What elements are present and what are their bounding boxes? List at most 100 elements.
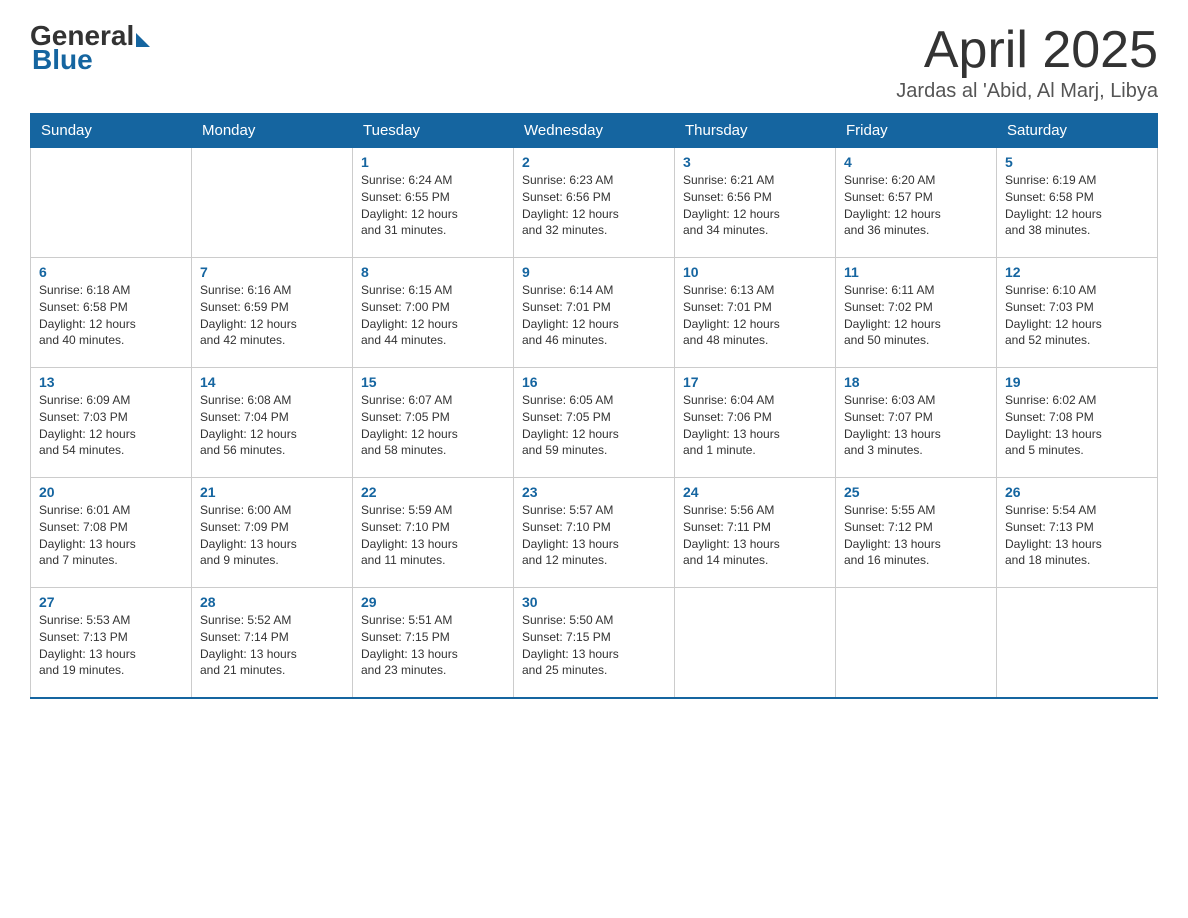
day-info: Sunrise: 6:00 AM Sunset: 7:09 PM Dayligh… [200, 502, 344, 569]
table-row: 26 Sunrise: 5:54 AM Sunset: 7:13 PM Dayli… [997, 478, 1158, 588]
table-row: 1Sunrise: 6:24 AM Sunset: 6:55 PM Daylig… [353, 148, 514, 258]
table-row: 8Sunrise: 6:15 AM Sunset: 7:00 PM Daylig… [353, 258, 514, 368]
table-row: 7 Sunrise: 6:16 AM Sunset: 6:59 PM Daylig… [192, 258, 353, 368]
calendar-week-row: 6 Sunrise: 6:18 AM Sunset: 6:58 PM Daylig… [31, 258, 1158, 368]
day-number: 20 [39, 484, 183, 500]
day-info: Sunrise: 5:54 AM Sunset: 7:13 PM Dayligh… [1005, 502, 1149, 569]
day-info: Sunrise: 5:53 AM Sunset: 7:13 PM Dayligh… [39, 612, 183, 679]
table-row: 6 Sunrise: 6:18 AM Sunset: 6:58 PM Daylig… [31, 258, 192, 368]
col-wednesday: Wednesday [514, 114, 675, 148]
day-info: Sunrise: 6:14 AM Sunset: 7:01 PM Dayligh… [522, 282, 666, 349]
day-number: 11 [844, 264, 988, 280]
table-row: 5 Sunrise: 6:19 AM Sunset: 6:58 PM Daylig… [997, 148, 1158, 258]
day-info: Sunrise: 6:18 AM Sunset: 6:58 PM Dayligh… [39, 282, 183, 349]
day-number: 22 [361, 484, 505, 500]
table-row: 15 Sunrise: 6:07 AM Sunset: 7:05 PM Dayli… [353, 368, 514, 478]
table-row: 16 Sunrise: 6:05 AM Sunset: 7:05 PM Dayli… [514, 368, 675, 478]
day-info: Sunrise: 6:13 AM Sunset: 7:01 PM Dayligh… [683, 282, 827, 349]
day-info: Sunrise: 6:21 AM Sunset: 6:56 PM Dayligh… [683, 172, 827, 239]
table-row: 3 Sunrise: 6:21 AM Sunset: 6:56 PM Daylig… [675, 148, 836, 258]
day-number: 17 [683, 374, 827, 390]
table-row: 29 Sunrise: 5:51 AM Sunset: 7:15 PM Dayli… [353, 588, 514, 698]
table-row [836, 588, 997, 698]
day-number: 15 [361, 374, 505, 390]
day-number: 27 [39, 594, 183, 610]
table-row: 20 Sunrise: 6:01 AM Sunset: 7:08 PM Dayli… [31, 478, 192, 588]
table-row: 18Sunrise: 6:03 AM Sunset: 7:07 PM Dayli… [836, 368, 997, 478]
table-row [31, 148, 192, 258]
day-info: Sunrise: 6:03 AM Sunset: 7:07 PM Dayligh… [844, 392, 988, 459]
day-info: Sunrise: 5:52 AM Sunset: 7:14 PM Dayligh… [200, 612, 344, 679]
table-row: 19 Sunrise: 6:02 AM Sunset: 7:08 PM Dayli… [997, 368, 1158, 478]
day-info: Sunrise: 6:04 AM Sunset: 7:06 PM Dayligh… [683, 392, 827, 459]
day-info: Sunrise: 6:09 AM Sunset: 7:03 PM Dayligh… [39, 392, 183, 459]
table-row: 9 Sunrise: 6:14 AM Sunset: 7:01 PM Daylig… [514, 258, 675, 368]
table-row: 23 Sunrise: 5:57 AM Sunset: 7:10 PM Dayli… [514, 478, 675, 588]
day-info: Sunrise: 5:59 AM Sunset: 7:10 PM Dayligh… [361, 502, 505, 569]
table-row: 28 Sunrise: 5:52 AM Sunset: 7:14 PM Dayli… [192, 588, 353, 698]
day-info: Sunrise: 6:19 AM Sunset: 6:58 PM Dayligh… [1005, 172, 1149, 239]
table-row [997, 588, 1158, 698]
table-row: 27 Sunrise: 5:53 AM Sunset: 7:13 PM Dayli… [31, 588, 192, 698]
day-info: Sunrise: 6:11 AM Sunset: 7:02 PM Dayligh… [844, 282, 988, 349]
header: General Blue April 2025 Jardas al 'Abid,… [30, 20, 1158, 103]
day-info: Sunrise: 6:16 AM Sunset: 6:59 PM Dayligh… [200, 282, 344, 349]
day-info: Sunrise: 6:10 AM Sunset: 7:03 PM Dayligh… [1005, 282, 1149, 349]
day-number: 6 [39, 264, 183, 280]
calendar-table: Sunday Monday Tuesday Wednesday Thursday… [30, 113, 1158, 699]
table-row [675, 588, 836, 698]
table-row: 13Sunrise: 6:09 AM Sunset: 7:03 PM Dayli… [31, 368, 192, 478]
day-number: 29 [361, 594, 505, 610]
title-area: April 2025 Jardas al 'Abid, Al Marj, Lib… [896, 20, 1158, 103]
day-info: Sunrise: 6:05 AM Sunset: 7:05 PM Dayligh… [522, 392, 666, 459]
day-info: Sunrise: 5:56 AM Sunset: 7:11 PM Dayligh… [683, 502, 827, 569]
day-number: 23 [522, 484, 666, 500]
day-number: 8 [361, 264, 505, 280]
table-row: 14 Sunrise: 6:08 AM Sunset: 7:04 PM Dayli… [192, 368, 353, 478]
day-number: 19 [1005, 374, 1149, 390]
day-number: 5 [1005, 154, 1149, 170]
calendar-week-row: 27 Sunrise: 5:53 AM Sunset: 7:13 PM Dayli… [31, 588, 1158, 698]
logo-arrow-icon [136, 33, 150, 47]
table-row: 24 Sunrise: 5:56 AM Sunset: 7:11 PM Dayli… [675, 478, 836, 588]
day-number: 26 [1005, 484, 1149, 500]
day-info: Sunrise: 6:02 AM Sunset: 7:08 PM Dayligh… [1005, 392, 1149, 459]
table-row: 17 Sunrise: 6:04 AM Sunset: 7:06 PM Dayli… [675, 368, 836, 478]
day-number: 2 [522, 154, 666, 170]
day-info: Sunrise: 6:07 AM Sunset: 7:05 PM Dayligh… [361, 392, 505, 459]
col-sunday: Sunday [31, 114, 192, 148]
calendar-header-row: Sunday Monday Tuesday Wednesday Thursday… [31, 114, 1158, 148]
day-number: 7 [200, 264, 344, 280]
table-row: 12 Sunrise: 6:10 AM Sunset: 7:03 PM Dayli… [997, 258, 1158, 368]
table-row: 22 Sunrise: 5:59 AM Sunset: 7:10 PM Dayli… [353, 478, 514, 588]
day-number: 12 [1005, 264, 1149, 280]
col-saturday: Saturday [997, 114, 1158, 148]
day-number: 28 [200, 594, 344, 610]
calendar-week-row: 1Sunrise: 6:24 AM Sunset: 6:55 PM Daylig… [31, 148, 1158, 258]
day-number: 3 [683, 154, 827, 170]
col-tuesday: Tuesday [353, 114, 514, 148]
day-number: 16 [522, 374, 666, 390]
day-info: Sunrise: 5:57 AM Sunset: 7:10 PM Dayligh… [522, 502, 666, 569]
day-number: 24 [683, 484, 827, 500]
table-row: 11 Sunrise: 6:11 AM Sunset: 7:02 PM Dayli… [836, 258, 997, 368]
day-info: Sunrise: 6:01 AM Sunset: 7:08 PM Dayligh… [39, 502, 183, 569]
day-info: Sunrise: 6:08 AM Sunset: 7:04 PM Dayligh… [200, 392, 344, 459]
day-info: Sunrise: 6:24 AM Sunset: 6:55 PM Dayligh… [361, 172, 505, 239]
logo: General Blue [30, 20, 150, 76]
day-number: 25 [844, 484, 988, 500]
table-row: 21Sunrise: 6:00 AM Sunset: 7:09 PM Dayli… [192, 478, 353, 588]
day-number: 14 [200, 374, 344, 390]
col-thursday: Thursday [675, 114, 836, 148]
day-info: Sunrise: 6:23 AM Sunset: 6:56 PM Dayligh… [522, 172, 666, 239]
day-number: 9 [522, 264, 666, 280]
day-number: 10 [683, 264, 827, 280]
col-monday: Monday [192, 114, 353, 148]
day-number: 30 [522, 594, 666, 610]
calendar-week-row: 20 Sunrise: 6:01 AM Sunset: 7:08 PM Dayli… [31, 478, 1158, 588]
day-info: Sunrise: 5:55 AM Sunset: 7:12 PM Dayligh… [844, 502, 988, 569]
table-row: 25 Sunrise: 5:55 AM Sunset: 7:12 PM Dayli… [836, 478, 997, 588]
day-info: Sunrise: 5:51 AM Sunset: 7:15 PM Dayligh… [361, 612, 505, 679]
calendar-week-row: 13Sunrise: 6:09 AM Sunset: 7:03 PM Dayli… [31, 368, 1158, 478]
logo-blue-text: Blue [32, 44, 93, 76]
